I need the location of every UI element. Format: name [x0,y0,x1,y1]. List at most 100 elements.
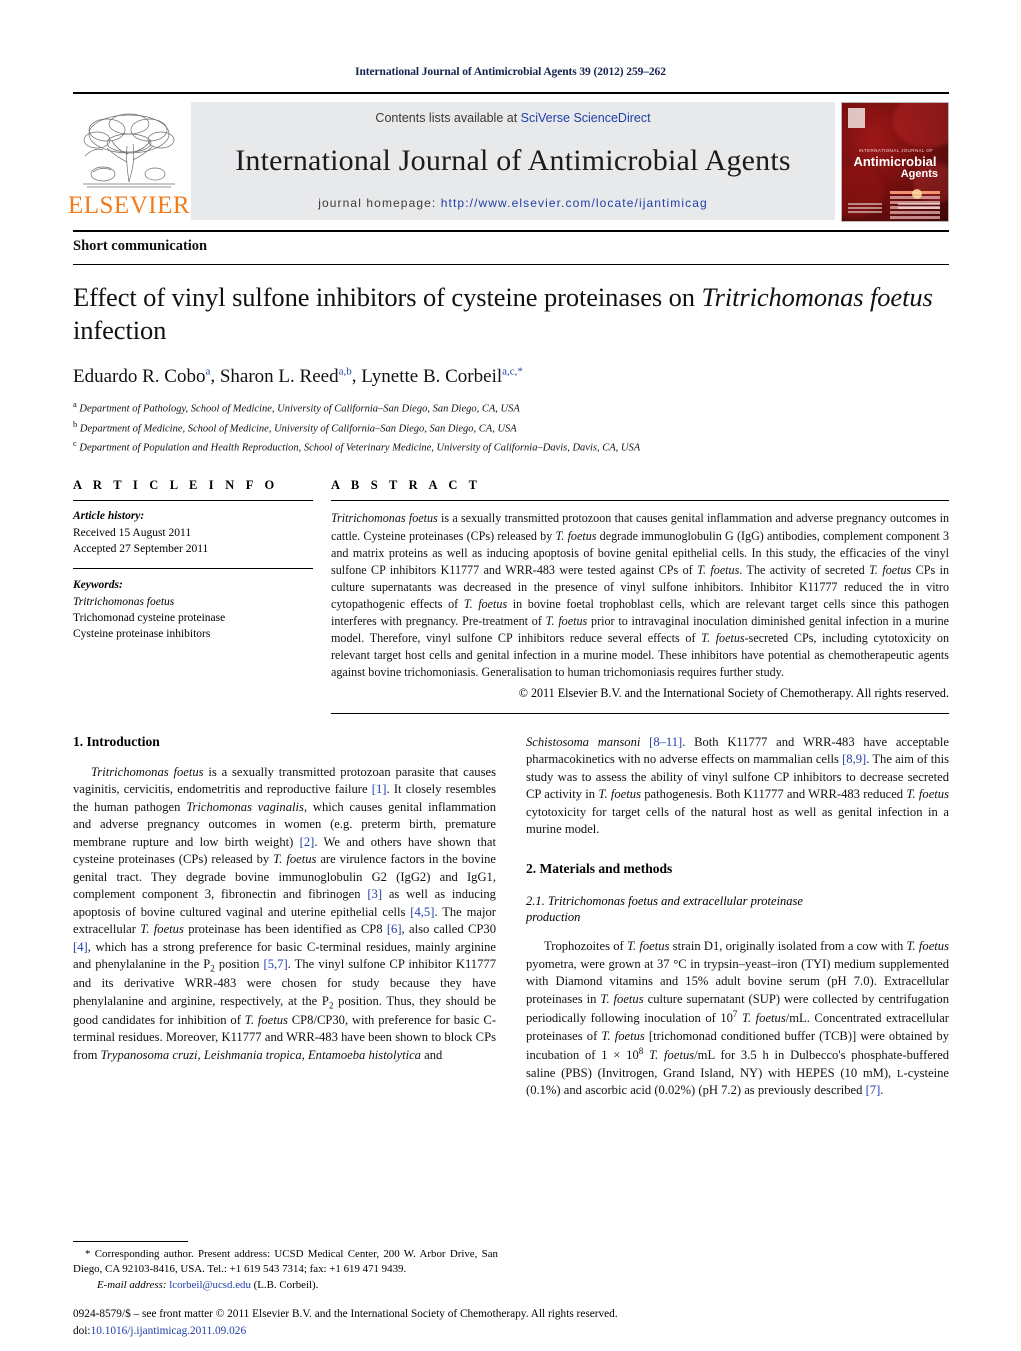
cover-publisher-mark [848,108,865,128]
article-page: International Journal of Antimicrobial A… [0,0,1021,1351]
text-run[interactable]: [6] [387,922,402,936]
text-run: Trypanosoma cruzi, Leishmania tropica, E… [100,1047,421,1062]
cover-title: Antimicrobial Agents [848,155,942,180]
intro-paragraph-left: Tritrichomonas foetus is a sexually tran… [73,764,496,1065]
cover-issn-lines [848,203,882,215]
text-run[interactable]: [5,7] [264,957,288,971]
section-heading-methods: 2. Materials and methods [526,860,673,876]
cover-kicker: INTERNATIONAL JOURNAL OF [858,148,934,153]
email-link[interactable]: lcorbeil@ucsd.edu [169,1279,251,1291]
keyword-item: Trichomonad cysteine proteinase [73,612,226,625]
text-run: T. foetus [601,1028,645,1043]
text-run: T. foetus [626,939,670,954]
article-type-label: Short communication [73,232,949,265]
footnote-rule [73,1241,188,1243]
abstract-copyright: © 2011 Elsevier B.V. and the Internation… [518,685,949,700]
text-run: T. foetus [545,614,588,629]
text-run[interactable]: [2] [300,835,315,849]
email-owner: (L.B. Corbeil). [253,1278,319,1291]
text-run [640,735,649,749]
body-column-left: 1. Introduction Tritrichomonas foetus is… [73,734,496,1100]
journal-title: International Journal of Antimicrobial A… [235,144,791,177]
elsevier-logo: ELSEVIER [68,102,190,220]
title-italic-species: Tritrichomonas foetus [701,282,933,312]
journal-homepage-line: journal homepage: http://www.elsevier.co… [318,196,708,210]
text-run[interactable]: [4,5] [410,905,434,919]
abstract-heading: A B S T R A C T [331,478,482,493]
text-run: T. foetus [598,787,641,802]
cover-footer-lines [898,203,940,211]
received-date: Received 15 August 2011 [73,526,192,539]
body-column-right: Schistosoma mansoni [8–11]. Both K11777 … [526,734,949,1100]
text-run: T. foetus [906,939,949,954]
affiliation-item: b Department of Medicine, School of Medi… [73,418,949,437]
affiliation-text: Department of Population and Health Repr… [79,442,641,454]
info-abstract-region: A R T I C L E I N F O Article history: R… [73,478,949,714]
contents-prefix: Contents lists available at [375,111,521,125]
homepage-prefix: journal homepage: [318,196,441,210]
text-run: and [420,1047,443,1062]
text-run: Tritrichomonas foetus [331,511,438,526]
sciencedirect-link[interactable]: SciVerse ScienceDirect [521,111,651,125]
text-run: T. foetus [273,852,317,867]
homepage-url-link[interactable]: http://www.elsevier.com/locate/ijantimic… [441,196,708,210]
running-head: International Journal of Antimicrobial A… [355,66,666,78]
text-run: Tritrichomonas foetus [91,764,204,779]
doi-line: doi:10.1016/j.ijantimicag.2011.09.026 [73,1323,949,1339]
text-run[interactable]: [1] [372,782,387,796]
article-info-heading: A R T I C L E I N F O [73,478,279,493]
abstract-rule-bottom [331,712,949,714]
doi-link[interactable]: 10.1016/j.ijantimicag.2011.09.026 [91,1325,247,1337]
title-tail: infection [73,314,167,345]
text-run: Schistosoma mansoni [526,734,641,749]
journal-cover-thumbnail[interactable]: INTERNATIONAL JOURNAL OF Antimicrobial A… [841,102,949,222]
doi-label: doi: [73,1324,91,1337]
affiliation-mark: c [73,438,77,449]
keyword-item: Cysteine proteinase inhibitors [73,628,211,641]
text-run: T. foetus [649,1048,695,1063]
text-run[interactable]: [4] [73,940,88,954]
affiliation-text: Department of Medicine, School of Medici… [79,423,517,435]
intro-paragraph-right: Schistosoma mansoni [8–11]. Both K11777 … [526,734,949,839]
author-affil-marks: a,b [338,365,352,378]
title-plain: Effect of vinyl sulfone inhibitors of cy… [73,282,702,312]
journal-masthead: ELSEVIER Contents lists available at Sci… [68,92,949,222]
imprint-block: 0924-8579/$ – see front matter © 2011 El… [73,1306,949,1339]
elsevier-tree-icon [83,113,175,188]
journal-band: Contents lists available at SciVerse Sci… [191,102,835,220]
text-run: T. foetus [600,991,644,1006]
text-run: . [880,1083,884,1098]
text-run: T. foetus [463,596,508,611]
contents-list-line: Contents lists available at SciVerse Sci… [375,111,650,125]
author-item: Eduardo R. Coboa [73,365,210,386]
subsection-line2: production [526,909,581,924]
author-item: Lynette B. Corbeila,c,* [361,365,523,386]
text-run[interactable]: [7] [866,1083,881,1097]
article-info-column: A R T I C L E I N F O Article history: R… [73,478,331,713]
text-run: cytotoxicity for target cells of the nat… [526,804,949,837]
text-run[interactable]: [3] [367,887,382,901]
keywords-group: Keywords: Tritrichomonas foetus Trichomo… [73,569,313,642]
text-run: . The activity of secreted [739,562,870,577]
text-run: L [896,1067,904,1080]
keywords-label: Keywords: [73,579,123,592]
text-run: T. foetus [741,1011,786,1026]
text-run: T. foetus [244,1012,288,1027]
abstract-column: A B S T R A C T Tritrichomonas foetus is… [331,478,949,714]
text-run: T. foetus [701,631,745,646]
author-item: Sharon L. Reeda,b [220,365,352,386]
text-run: Trophozoites of [544,939,627,954]
cover-title-line1: Antimicrobial [853,154,937,169]
subsection-line1: 2.1. Tritrichomonas foetus and extracell… [526,893,803,908]
email-label: E-mail address: [97,1278,167,1291]
section-heading-introduction: 1. Introduction [73,733,160,749]
text-run[interactable]: [8,9] [842,752,866,766]
elsevier-wordmark: ELSEVIER [67,192,191,219]
text-run: pathogenesis. Both K11777 and WRR-483 re… [640,787,907,802]
methods-paragraph: Trophozoites of T. foetus strain D1, ori… [526,938,949,1100]
text-run[interactable]: [8–11] [649,735,682,749]
affiliation-item: a Department of Pathology, School of Med… [73,398,949,417]
text-run: , also called CP30 [401,922,496,937]
cover-seal-icon [912,189,922,199]
text-run: position [214,957,264,972]
